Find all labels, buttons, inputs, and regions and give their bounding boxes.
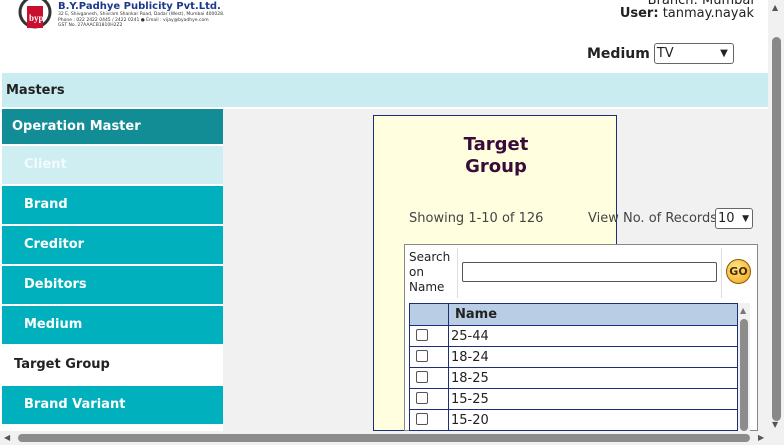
row-name: 18-24 [448,346,738,368]
row-select-cell [409,346,449,368]
sidebar: Operation Master Client Brand Creditor D… [2,109,223,424]
page-title-line-2: Group [465,156,527,177]
page-horizontal-scrollbar-thumb[interactable] [18,434,750,442]
user-name: tanmay.nayak [662,6,754,21]
company-gst: GST No. 27AAACB1810H2Z2 [58,23,123,28]
search-label-line-2: on [409,265,424,279]
page-vertical-scrollbar-thumb[interactable] [772,37,781,421]
row-name: 15-25 [448,388,738,410]
name-column-header: Name [448,303,738,326]
scroll-right-icon[interactable]: ▶ [758,433,764,442]
page-vertical-scrollbar[interactable]: ▲ ▼ [768,0,784,431]
search-input[interactable] [462,262,717,282]
table-header-row: Name [409,303,738,326]
records-per-page-value: 10 [718,211,735,226]
table-row: 25-44 [409,325,738,347]
divider [721,248,722,298]
scroll-up-icon[interactable]: ▲ [740,306,746,315]
page-title-line-1: Target [463,134,529,155]
sidebar-header-operation-master[interactable]: Operation Master [2,109,223,144]
page-title: Target Group [374,134,618,178]
company-info: B.Y.Padhye Publicity Pvt.Ltd. 32 E, Shiv… [58,2,224,29]
sidebar-item-client[interactable]: Client [2,146,223,184]
sidebar-item-brand[interactable]: Brand [2,186,223,224]
scroll-up-icon[interactable]: ▲ [772,3,778,12]
row-checkbox[interactable] [416,413,428,425]
search-label-line-1: Search [409,250,451,264]
table-scrollbar-thumb[interactable] [740,319,748,431]
sidebar-item-brand-variant[interactable]: Brand Variant [2,386,223,424]
records-showing-text: Showing 1-10 of 126 [409,211,544,226]
company-address-1: 32 E, Shivganesh, Shivram Shankar Road, … [58,12,225,17]
table-row: 15-25 [409,388,738,410]
masters-bar: Masters [2,73,768,107]
row-checkbox[interactable] [416,392,428,404]
user-label: User: [619,6,659,21]
row-select-cell [409,388,449,410]
select-column-header [409,303,449,326]
medium-selector-row: Medium TV ▼ [587,43,734,64]
row-select-cell [409,325,449,347]
chevron-down-icon: ▼ [720,48,728,59]
company-logo: byp [18,0,52,29]
search-label-line-3: Name [409,280,445,294]
chevron-down-icon: ▼ [742,213,749,224]
sidebar-item-medium[interactable]: Medium [2,306,223,344]
scroll-down-icon[interactable]: ▼ [772,420,778,429]
scroll-left-icon[interactable]: ◀ [4,433,10,442]
user-info: User: tanmay.nayak [620,6,754,21]
row-select-cell [409,409,449,431]
row-checkbox[interactable] [416,371,428,383]
table-scrollbar[interactable]: ▲ [738,303,750,431]
row-checkbox[interactable] [416,350,428,362]
row-select-cell [409,367,449,389]
table-row: 18-25 [409,367,738,389]
records-per-page-select[interactable]: 10 ▼ [715,208,753,229]
row-name: 18-25 [448,367,738,389]
row-name: 25-44 [448,325,738,347]
page-horizontal-scrollbar[interactable]: ◀ ▶ [0,431,784,445]
medium-select-value: TV [656,46,674,61]
table-row: 18-24 [409,346,738,368]
sidebar-item-debitors[interactable]: Debitors [2,266,223,304]
view-records-label: View No. of Records: [588,211,722,226]
go-button[interactable]: GO [726,259,751,284]
medium-select[interactable]: TV ▼ [653,43,734,64]
search-label: Search on Name [409,250,450,295]
row-checkbox[interactable] [416,329,428,341]
divider [457,248,458,298]
company-name: B.Y.Padhye Publicity Pvt.Ltd. [58,1,221,12]
sidebar-item-creditor[interactable]: Creditor [2,226,223,264]
sidebar-item-target-group[interactable]: Target Group [2,346,223,384]
table-row: 15-20 [409,409,738,431]
svg-text:byp: byp [29,13,44,23]
target-group-table: Name 25-44 18-24 18-25 15-25 15-20 [409,303,738,431]
medium-label: Medium [587,45,650,62]
row-name: 15-20 [448,409,738,431]
page: byp B.Y.Padhye Publicity Pvt.Ltd. 32 E, … [0,0,784,445]
